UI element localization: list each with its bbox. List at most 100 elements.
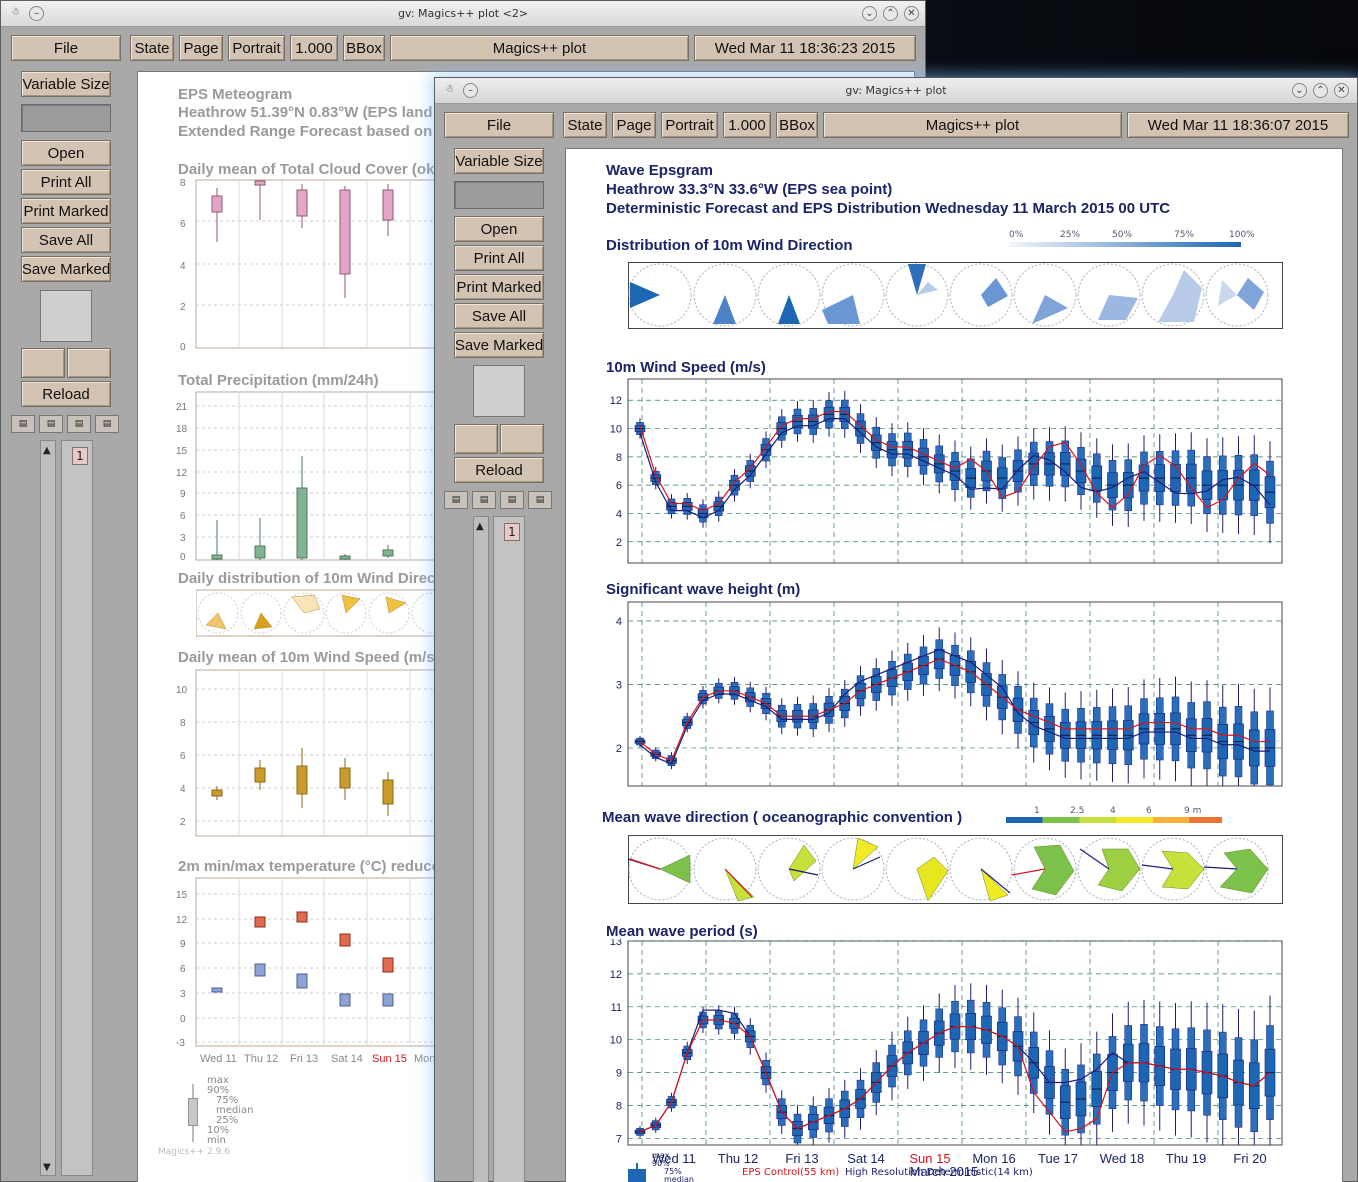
save-marked-button[interactable]: Save Marked bbox=[21, 256, 111, 282]
unmark-all-icon[interactable]: ▤ bbox=[528, 491, 552, 509]
page-mark-icons[interactable]: ▤ ▤ ▤ ▤ bbox=[444, 491, 552, 509]
axis-tick: 10 bbox=[610, 424, 622, 436]
scroll-up-icon[interactable]: ▲ bbox=[476, 521, 484, 532]
scroll-up-icon[interactable]: ▲ bbox=[43, 445, 51, 456]
window-menu-icon[interactable]: ☃ bbox=[442, 83, 457, 98]
back-window-titlebar[interactable]: ☃ – gv: Magics++ plot <2> ⌄ ⌃ ✕ bbox=[1, 1, 925, 27]
page-button[interactable]: Page bbox=[179, 35, 223, 61]
wave-scale-9: 9 m bbox=[1184, 806, 1202, 816]
day-label: Fri 13 bbox=[290, 1053, 318, 1065]
maximize-icon[interactable]: ⌃ bbox=[883, 6, 898, 21]
window-menu-icon[interactable]: ☃ bbox=[8, 6, 23, 21]
page-list-scrollbar[interactable]: ▲ bbox=[473, 516, 489, 1182]
reload-button[interactable]: Reload bbox=[454, 457, 544, 483]
page-mark-icons[interactable]: ▤ ▤ ▤ ▤ bbox=[11, 415, 119, 433]
state-button[interactable]: State bbox=[563, 112, 607, 138]
date-button[interactable]: Wed Mar 11 18:36:23 2015 bbox=[694, 35, 916, 61]
wave-direction-title: Mean wave direction ( oceanographic conv… bbox=[602, 809, 963, 826]
orientation-button[interactable]: Portrait bbox=[661, 112, 718, 138]
page-button[interactable]: Page bbox=[612, 112, 656, 138]
date-button[interactable]: Wed Mar 11 18:36:07 2015 bbox=[1127, 112, 1349, 138]
print-all-button[interactable]: Print All bbox=[21, 169, 111, 195]
scale-25: 25% bbox=[1060, 230, 1081, 240]
panner[interactable] bbox=[40, 290, 92, 342]
cloud-panel-title: Daily mean of Total Cloud Cover (okt bbox=[178, 161, 440, 178]
bbox-button[interactable]: BBox bbox=[343, 35, 385, 61]
wave-period-title: Mean wave period (s) bbox=[606, 923, 758, 940]
winddir-panel-title: Daily distribution of 10m Wind Direct bbox=[178, 570, 441, 587]
print-marked-button[interactable]: Print Marked bbox=[454, 274, 544, 300]
magics-version: Magics++ 2.9.6 bbox=[158, 1147, 230, 1157]
front-window: ☃ – gv: Magics++ plot ⌄ ⌃ ✕ File State P… bbox=[434, 77, 1358, 1182]
print-all-button[interactable]: Print All bbox=[454, 245, 544, 271]
wind-tick: 8 bbox=[180, 718, 186, 729]
next-page-button[interactable] bbox=[67, 348, 111, 378]
document-title-button[interactable]: Magics++ plot bbox=[390, 35, 689, 61]
day-label: Thu 12 bbox=[718, 1151, 758, 1166]
day-label: Thu 12 bbox=[244, 1053, 278, 1065]
day-label: Wed 18 bbox=[1100, 1151, 1145, 1166]
mark-odd-icon[interactable]: ▤ bbox=[11, 415, 35, 433]
page-list-scrollbar[interactable]: ▲ ▼ bbox=[40, 440, 56, 1176]
prev-page-button[interactable] bbox=[21, 348, 65, 378]
mark-odd-icon[interactable]: ▤ bbox=[444, 491, 468, 509]
next-page-button[interactable] bbox=[500, 424, 544, 454]
wind-tick: 10 bbox=[176, 685, 188, 696]
maximize-icon[interactable]: ⌃ bbox=[1313, 83, 1328, 98]
wave-height-title: Significant wave height (m) bbox=[606, 581, 801, 598]
variable-size-button[interactable]: Variable Size bbox=[21, 71, 111, 97]
prev-page-button[interactable] bbox=[454, 424, 498, 454]
mark-even-icon[interactable]: ▤ bbox=[39, 415, 63, 433]
day-label: Tue 17 bbox=[1038, 1151, 1078, 1166]
wind-tick: 4 bbox=[180, 784, 186, 795]
precip-tick: 3 bbox=[180, 533, 186, 544]
wave-period-chart: 13121110987Wed 11 Thu 12 Fri 13 Sat 14 Sun 1… bbox=[610, 939, 1283, 1179]
temp-tick: 6 bbox=[180, 964, 186, 975]
precip-panel-title: Total Precipitation (mm/24h) bbox=[178, 372, 379, 389]
legend-median: median bbox=[664, 1175, 694, 1182]
page-number-item[interactable]: 1 bbox=[504, 523, 520, 541]
panner[interactable] bbox=[473, 365, 525, 417]
page-number-item[interactable]: 1 bbox=[72, 447, 88, 465]
scroll-down-icon[interactable]: ▼ bbox=[43, 1162, 51, 1173]
save-all-button[interactable]: Save All bbox=[21, 227, 111, 253]
mark-current-icon[interactable]: ▤ bbox=[500, 491, 524, 509]
axis-tick: 12 bbox=[610, 969, 622, 981]
document-title-button[interactable]: Magics++ plot bbox=[823, 112, 1122, 138]
bbox-button[interactable]: BBox bbox=[776, 112, 818, 138]
variable-size-button[interactable]: Variable Size bbox=[454, 148, 544, 174]
meteogram-subtitle: Extended Range Forecast based on E bbox=[178, 123, 447, 140]
cloud-tick: 6 bbox=[180, 219, 186, 230]
reload-button[interactable]: Reload bbox=[21, 381, 111, 407]
front-window-titlebar[interactable]: ☃ – gv: Magics++ plot ⌄ ⌃ ✕ bbox=[435, 78, 1357, 104]
orientation-button[interactable]: Portrait bbox=[228, 35, 285, 61]
page-list[interactable]: 1 bbox=[61, 440, 93, 1176]
scale-button[interactable]: 1.000 bbox=[290, 35, 338, 61]
page-list[interactable]: 1 bbox=[493, 516, 525, 1182]
state-button[interactable]: State bbox=[130, 35, 174, 61]
unmark-all-icon[interactable]: ▤ bbox=[95, 415, 119, 433]
wave-scale-4: 4 bbox=[1110, 806, 1116, 816]
minimize-icon[interactable]: ⌄ bbox=[1292, 83, 1307, 98]
open-button[interactable]: Open bbox=[454, 216, 544, 242]
print-marked-button[interactable]: Print Marked bbox=[21, 198, 111, 224]
rose-petal bbox=[1098, 295, 1138, 320]
mark-current-icon[interactable]: ▤ bbox=[67, 415, 91, 433]
file-button[interactable]: File bbox=[11, 35, 121, 61]
wave-direction-roses bbox=[628, 835, 1283, 904]
file-button[interactable]: File bbox=[444, 112, 554, 138]
axis-tick: 7 bbox=[616, 1133, 622, 1145]
minimize-icon[interactable]: ⌄ bbox=[862, 6, 877, 21]
close-icon[interactable]: ✕ bbox=[904, 6, 919, 21]
epsgram-title: Wave Epsgram bbox=[606, 162, 713, 179]
save-all-button[interactable]: Save All bbox=[454, 303, 544, 329]
status-field bbox=[454, 181, 544, 209]
shade-icon[interactable]: – bbox=[463, 83, 478, 98]
close-icon[interactable]: ✕ bbox=[1334, 83, 1349, 98]
scale-button[interactable]: 1.000 bbox=[723, 112, 771, 138]
precip-tick: 21 bbox=[176, 402, 188, 413]
open-button[interactable]: Open bbox=[21, 140, 111, 166]
shade-icon[interactable]: – bbox=[29, 6, 44, 21]
save-marked-button[interactable]: Save Marked bbox=[454, 332, 544, 358]
mark-even-icon[interactable]: ▤ bbox=[472, 491, 496, 509]
